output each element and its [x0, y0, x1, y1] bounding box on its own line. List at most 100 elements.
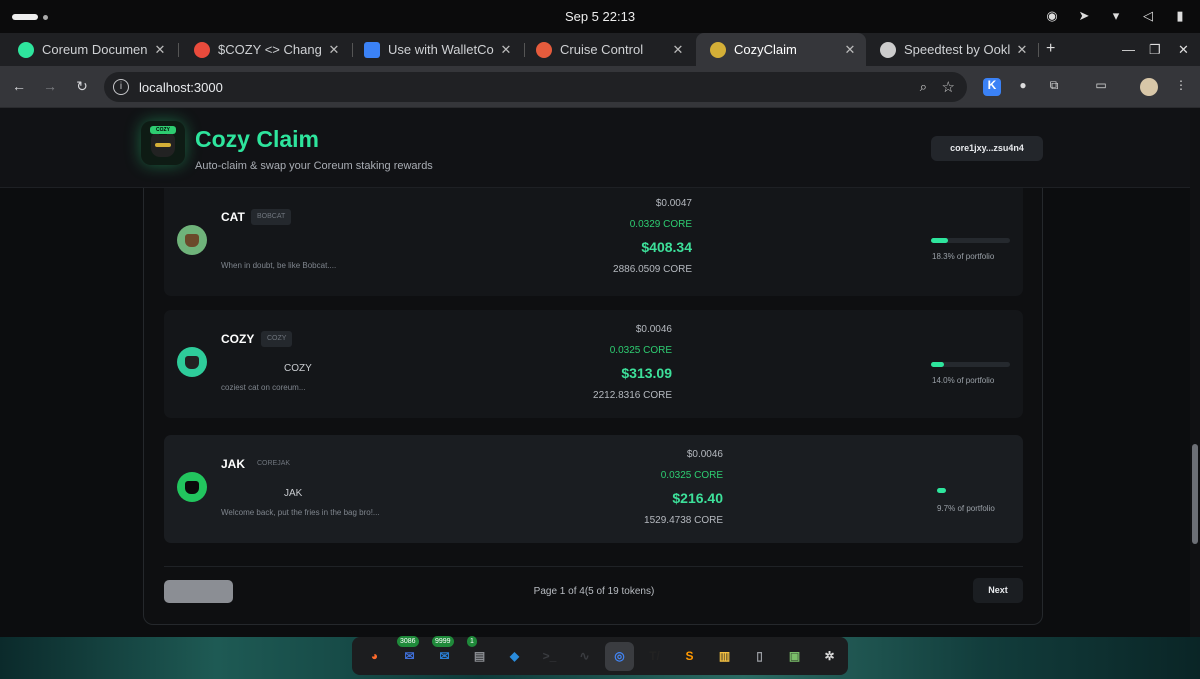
token-price-core: 0.0329 CORE: [629, 219, 692, 230]
token-avatar-face: [185, 234, 199, 247]
browser-menu-icon[interactable]: ⋮: [1172, 78, 1190, 96]
keplr-favicon-icon: [364, 41, 380, 58]
token-display-name: COZY: [284, 363, 312, 374]
sublime-icon[interactable]: S: [675, 642, 704, 671]
token-price-core: 0.0325 CORE: [609, 345, 672, 356]
telegram-icon[interactable]: ➤: [1076, 8, 1092, 24]
usb-creator-icon[interactable]: ▯: [745, 642, 774, 671]
browser-tab-strip: Coreum Documen ✕ $COZY <> Change ✕ Use w…: [0, 33, 1200, 66]
token-card-cozy[interactable]: COZY COZY COZY coziest cat on coreum... …: [164, 310, 1023, 418]
tab-title: CozyClaim: [734, 42, 797, 57]
settings-icon[interactable]: ✲: [815, 642, 844, 671]
page-scrollbar-track[interactable]: [1190, 108, 1200, 637]
token-balance: 2212.8316 CORE: [593, 390, 672, 401]
back-arrow-icon[interactable]: ←: [10, 78, 28, 94]
token-card-jak[interactable]: JAK COREJAK JAK Welcome back, put the fr…: [164, 435, 1023, 543]
tab-title: $COZY <> Change: [218, 42, 322, 57]
portfolio-bar-fill: [931, 362, 945, 367]
portfolio-share-label: 14.0% of portfolio: [932, 376, 995, 385]
token-value-usd: $313.09: [621, 365, 672, 381]
thunderbird-icon[interactable]: ✉ 9999: [430, 635, 459, 671]
tab-title: Speedtest by Ookl: [904, 42, 1010, 57]
tab-cozy-changenow[interactable]: $COZY <> Change ✕: [180, 33, 350, 66]
system-top-bar: Sep 5 22:13 ◉ ➤ ▾ ◁ ▮: [0, 0, 1200, 33]
token-price-usd: $0.0046: [686, 449, 723, 460]
system-monitor-icon[interactable]: ∿: [570, 642, 599, 671]
page-viewport: COZY Cozy Claim Auto-claim & swap your C…: [0, 108, 1200, 637]
archive-icon[interactable]: ▣: [780, 642, 809, 671]
close-icon[interactable]: ✕: [500, 42, 512, 58]
tab-walletconnect[interactable]: Use with WalletCo ✕: [350, 33, 522, 66]
tab-title: Cruise Control: [560, 42, 644, 57]
wifi-icon[interactable]: ▾: [1108, 8, 1124, 24]
cozy-cat-favicon-icon: [710, 41, 726, 58]
tab-speedtest[interactable]: Speedtest by Ookl ✕: [866, 33, 1038, 66]
battery-icon[interactable]: ▮: [1172, 8, 1188, 24]
keplr-extension-icon[interactable]: K: [983, 78, 1001, 96]
close-icon[interactable]: ✕: [328, 42, 340, 58]
window-close-icon[interactable]: ✕: [1178, 42, 1189, 58]
notification-badge: 9999: [432, 635, 454, 647]
terminal-icon[interactable]: >_: [535, 642, 564, 671]
tab-coreum-docs[interactable]: Coreum Documen ✕: [4, 33, 176, 66]
token-subdenom-tag: BOBCAT: [251, 209, 292, 225]
logo-hat: COZY: [150, 126, 176, 134]
files-icon[interactable]: ▤ 1: [465, 635, 494, 671]
token-symbol: JAK: [221, 457, 246, 471]
token-symbol: COZY: [221, 332, 255, 346]
reload-icon[interactable]: ↻: [73, 78, 91, 95]
app-header: COZY Cozy Claim Auto-claim & swap your C…: [0, 108, 1190, 188]
portfolio-bar-fill: [931, 238, 949, 243]
portfolio-share-label: 9.7% of portfolio: [937, 504, 995, 513]
system-clock[interactable]: Sep 5 22:13: [0, 9, 1200, 24]
gmail-favicon-icon: [194, 41, 210, 58]
forward-arrow-icon[interactable]: →: [41, 78, 59, 94]
extension-dot-icon[interactable]: ●: [1014, 78, 1032, 96]
restore-icon[interactable]: ❐: [1149, 42, 1161, 58]
chrome-icon[interactable]: ◎: [605, 641, 634, 671]
zoom-icon[interactable]: ⌕: [920, 79, 927, 95]
token-avatar: [177, 472, 207, 502]
token-card-cat[interactable]: CAT BOBCAT When in doubt, be like Bobcat…: [164, 188, 1023, 296]
close-icon[interactable]: ✕: [844, 42, 856, 58]
profile-avatar[interactable]: [1140, 78, 1158, 96]
wallet-address-button[interactable]: core1jxy...zsu4n4: [931, 136, 1043, 161]
cruise-control-favicon-icon: [536, 41, 552, 58]
volume-muted-icon[interactable]: ◁: [1140, 8, 1156, 24]
site-info-icon[interactable]: i: [113, 79, 129, 95]
portfolio-share-label: 18.3% of portfolio: [932, 252, 995, 261]
cozy-cat-logo[interactable]: COZY: [141, 121, 185, 165]
token-balance: 1529.4738 CORE: [644, 515, 723, 526]
speedtest-favicon-icon: [880, 41, 896, 58]
close-icon[interactable]: ✕: [672, 42, 684, 58]
email-client-icon[interactable]: ✉ 3086: [395, 635, 424, 671]
portfolio-bar-fill: [937, 488, 947, 493]
token-price-block: $0.0046 0.0325 CORE $313.09 2212.8316 CO…: [512, 324, 672, 401]
extensions-puzzle-icon[interactable]: ⧉: [1045, 78, 1063, 96]
side-panel-icon[interactable]: ▭: [1092, 78, 1110, 96]
firefox-icon[interactable]: ◕: [360, 642, 389, 671]
token-price-block: $0.0047 0.0329 CORE $408.34 2886.0509 CO…: [532, 198, 692, 275]
close-icon[interactable]: ✕: [154, 42, 166, 58]
token-price-block: $0.0046 0.0325 CORE $216.40 1529.4738 CO…: [563, 449, 723, 526]
url-text[interactable]: localhost:3000: [139, 80, 223, 95]
token-avatar: [177, 225, 207, 255]
vscode-icon[interactable]: ◆: [500, 642, 529, 671]
next-page-button[interactable]: Next: [973, 578, 1023, 603]
page-scrollbar-thumb[interactable]: [1192, 444, 1198, 544]
token-subdenom-tag: COREJAK: [257, 460, 291, 467]
discord-icon[interactable]: ◉: [1044, 8, 1060, 24]
tab-cruise-control[interactable]: Cruise Control ✕: [522, 33, 694, 66]
tab-cozyclaim[interactable]: CozyClaim ✕: [696, 33, 866, 66]
minimize-icon[interactable]: —: [1122, 42, 1135, 57]
tab-title: Use with WalletCo: [388, 42, 494, 57]
new-tab-icon[interactable]: +: [1046, 40, 1055, 58]
application-dock: ◕ ✉ 3086 ✉ 9999 ▤ 1 ◆ >_ ∿ ◎ T/S ▥ ▯ ▣ ✲: [352, 635, 848, 675]
bookmark-star-icon[interactable]: ☆: [942, 78, 955, 96]
close-icon[interactable]: ✕: [1016, 42, 1028, 58]
token-price-core: 0.0325 CORE: [660, 470, 723, 481]
notes-icon[interactable]: ▥: [710, 642, 739, 671]
address-bar[interactable]: i localhost:3000 ⌕ ☆: [104, 72, 967, 102]
typora-icon[interactable]: T/: [640, 642, 669, 671]
token-description: When in doubt, be like Bobcat....: [221, 261, 337, 270]
